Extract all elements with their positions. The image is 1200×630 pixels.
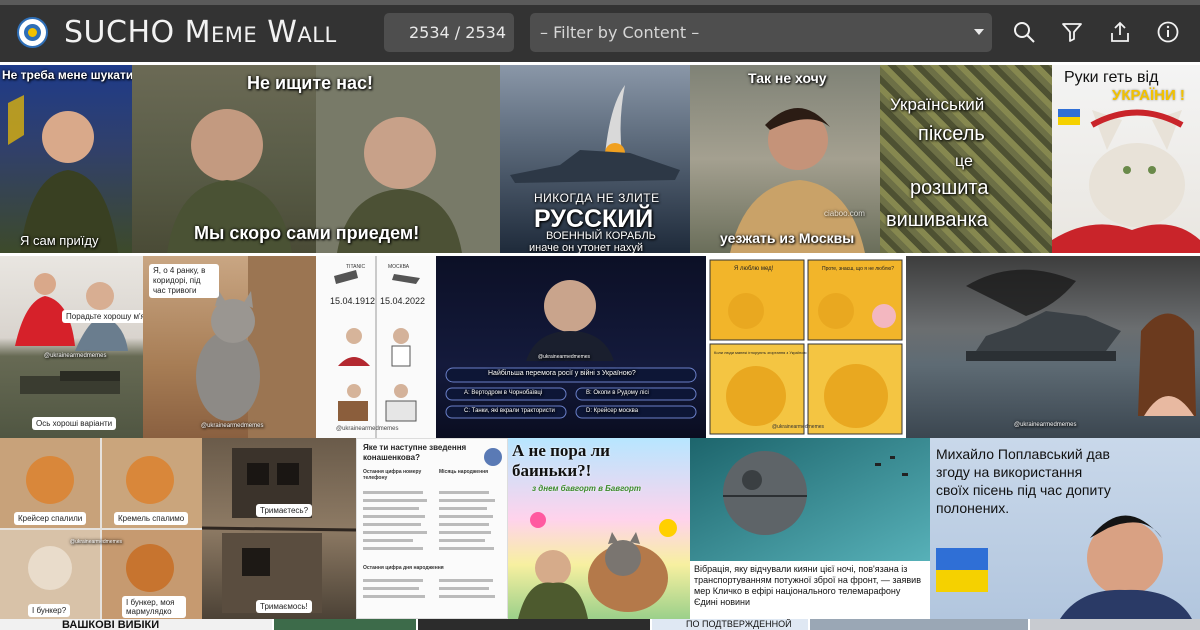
meme-watermark: @ukrainearmedmemes xyxy=(336,426,399,432)
meme-counter[interactable]: 2534 / 2534 xyxy=(384,13,514,52)
meme-tile[interactable]: Тримаєтесь? Тримаємось! xyxy=(202,438,356,619)
meme-caption-bottom: Я сам приїду xyxy=(20,233,99,248)
meme-caption-top: Так не хочу xyxy=(748,70,827,86)
comic-text: Проте, знаєш, що я не люблю? xyxy=(822,266,895,272)
quiz-answer: B: Окопи в Рудому лісі xyxy=(586,390,649,396)
meme-tile[interactable]: Руки геть від УКРАЇНИ ! xyxy=(1052,65,1200,253)
meme-watermark: @ukrainearmedmemes xyxy=(772,424,825,430)
meme-tile[interactable]: TITANIC МОСКВА 15.04.1912 15.04.2022 @uk… xyxy=(316,256,436,438)
speech-bubble: Кремель спалимо xyxy=(114,512,189,525)
meme-tile[interactable] xyxy=(1030,619,1200,630)
meme-tile[interactable]: Не ищите нас! Мы скоро сами приедем! xyxy=(132,65,500,253)
meme-label: 15.04.2022 xyxy=(380,296,426,306)
meme-tile[interactable]: ВАШКОВІ ВИБІКИ xyxy=(0,619,272,630)
quiz-answer: C: Танки, які вкрали трактористи xyxy=(464,408,555,414)
meme-tile[interactable]: Український піксель це розшита вишиванка xyxy=(880,65,1052,253)
meme-caption-top: Не треба мене шукати xyxy=(2,68,132,82)
quiz-answer: A: Вертодром в Чорнобаївці xyxy=(464,390,543,396)
app-header: SUCHO Meme Wall 2534 / 2534 – Filter by … xyxy=(0,5,1200,62)
meme-caption-bottom: Мы скоро сами приедем! xyxy=(194,223,420,243)
news-caption: Вібрація, яку відчували кияни цієї ночі,… xyxy=(694,564,921,607)
chevron-down-icon xyxy=(974,29,984,35)
meme-label: TITANIC xyxy=(346,264,366,270)
content-filter-select[interactable]: – Filter by Content – xyxy=(530,13,992,52)
meme-text-line: піксель xyxy=(918,123,985,145)
meme-watermark: @ukrainearmedmemes xyxy=(70,539,123,545)
meme-caption: Михайло Поплавський дав згоду на викорис… xyxy=(936,446,1111,516)
meme-tile[interactable]: Не треба мене шукати Я сам приїду xyxy=(0,65,132,253)
meme-tile[interactable]: Михайло Поплавський дав згоду на викорис… xyxy=(930,438,1200,619)
table-header: Остання цифра дня народження xyxy=(363,565,444,571)
meme-label: МОСКВА xyxy=(388,264,410,270)
meme-watermark: @ukrainearmedmemes xyxy=(44,353,107,359)
meme-tile[interactable]: Яке ти наступне зведення конашенкова? Ос… xyxy=(356,438,508,619)
meme-label: 15.04.1912 xyxy=(330,296,376,306)
meme-watermark: @ukrainearmedmemes xyxy=(538,354,591,360)
meme-text-line: иначе он утонет нахуй xyxy=(529,242,644,253)
meme-caption-top: А не пора ли баиньки?! xyxy=(512,441,610,480)
meme-watermark: @ukrainearmedmemes xyxy=(1014,422,1077,428)
speech-bubble: І бункер, моя мармулядко xyxy=(122,596,186,618)
search-icon[interactable] xyxy=(1012,20,1036,44)
meme-caption-top: Не ищите нас! xyxy=(247,73,374,93)
meme-tile[interactable] xyxy=(274,619,416,630)
speech-bubble: І бункер? xyxy=(28,604,71,617)
table-header: Остання цифра номеру телефону xyxy=(363,469,422,481)
meme-tile[interactable] xyxy=(418,619,650,630)
meme-caption-top: Руки геть від xyxy=(1064,69,1159,86)
meme-tile[interactable]: НИКОГДА НЕ ЗЛИТЕ РУССКИЙ ВОЕННЫЙ КОРАБЛЬ… xyxy=(500,65,690,253)
meme-caption-bottom: уезжать из Москвы xyxy=(720,230,855,246)
speech-bubble: Я, о 4 ранку, в коридорі, під час тривог… xyxy=(149,264,219,298)
meme-caption: ПО ПОДТВЕРЖДЕННОЙ xyxy=(686,619,792,629)
meme-text-line: розшита xyxy=(910,177,989,199)
speech-bubble: Ось хороші варіанти xyxy=(32,417,117,430)
meme-tile[interactable]: ПО ПОДТВЕРЖДЕННОЙ xyxy=(652,619,808,630)
comic-text: Коли люди манекі ігнорують згортання з У… xyxy=(714,350,807,355)
meme-gallery: Не треба мене шукати Я сам приїду Не ищи… xyxy=(0,62,1200,630)
app-title: SUCHO Meme Wall xyxy=(64,15,337,50)
meme-caption-top: УКРАЇНИ ! xyxy=(1112,87,1185,104)
info-icon[interactable] xyxy=(1156,20,1180,44)
comic-text: Я люблю мед! xyxy=(734,266,774,272)
meme-tile[interactable] xyxy=(810,619,1028,630)
meme-text-line: це xyxy=(955,153,973,170)
speech-bubble: Тримаємось! xyxy=(256,600,312,613)
meme-tile[interactable]: А не пора ли баиньки?! з днем бавгорт в … xyxy=(508,438,690,619)
meme-watermark: @ukrainearmedmemes xyxy=(201,423,264,429)
meme-text-line: Український xyxy=(890,95,985,114)
quiz-question: Найбільша перемога росії у війні з Украї… xyxy=(488,370,636,377)
filter-select-label: – Filter by Content – xyxy=(540,23,700,42)
table-title: Яке ти наступне зведення конашенкова? xyxy=(363,443,467,462)
speech-bubble: Тримаєтесь? xyxy=(256,504,313,517)
quiz-answer: D: Крейсер москва xyxy=(586,408,639,414)
speech-bubble: Крейсер спалили xyxy=(14,512,87,525)
meme-tile[interactable]: Крейсер спалили Кремель спалимо І бункер… xyxy=(0,438,202,619)
filter-icon[interactable] xyxy=(1060,20,1084,44)
meme-caption-bottom: з днем бавгорт в Бавгорт xyxy=(532,484,642,493)
meme-caption: ВАШКОВІ ВИБІКИ xyxy=(62,619,160,630)
meme-tile[interactable]: Я, о 4 ранку, в коридорі, під час тривог… xyxy=(143,256,316,438)
meme-tile[interactable]: Так не хочу уезжать из Москвы ciaboo.com xyxy=(690,65,880,253)
share-icon[interactable] xyxy=(1108,20,1132,44)
meme-watermark: ciaboo.com xyxy=(824,209,865,218)
table-header: Місяць народження xyxy=(439,469,489,475)
meme-tile[interactable]: Я люблю мед! Проте, знаєш, що я не люблю… xyxy=(706,256,906,438)
meme-text-line: ВОЕННЫЙ КОРАБЛЬ xyxy=(546,230,656,242)
meme-text-line: вишиванка xyxy=(886,209,988,231)
meme-tile[interactable]: @ukrainearmedmemes Найбільша перемога ро… xyxy=(436,256,706,438)
sucho-logo[interactable] xyxy=(17,17,48,48)
meme-tile[interactable]: Вібрація, яку відчували кияни цієї ночі,… xyxy=(690,438,930,619)
speech-bubble: Порадьте хорошу м'ясорубку xyxy=(62,310,143,323)
meme-tile[interactable]: @ukrainearmedmemes xyxy=(906,256,1200,438)
meme-text-line: НИКОГДА НЕ ЗЛИТЕ xyxy=(534,191,660,205)
meme-tile[interactable]: Порадьте хорошу м'ясорубку Ось хороші ва… xyxy=(0,256,143,438)
